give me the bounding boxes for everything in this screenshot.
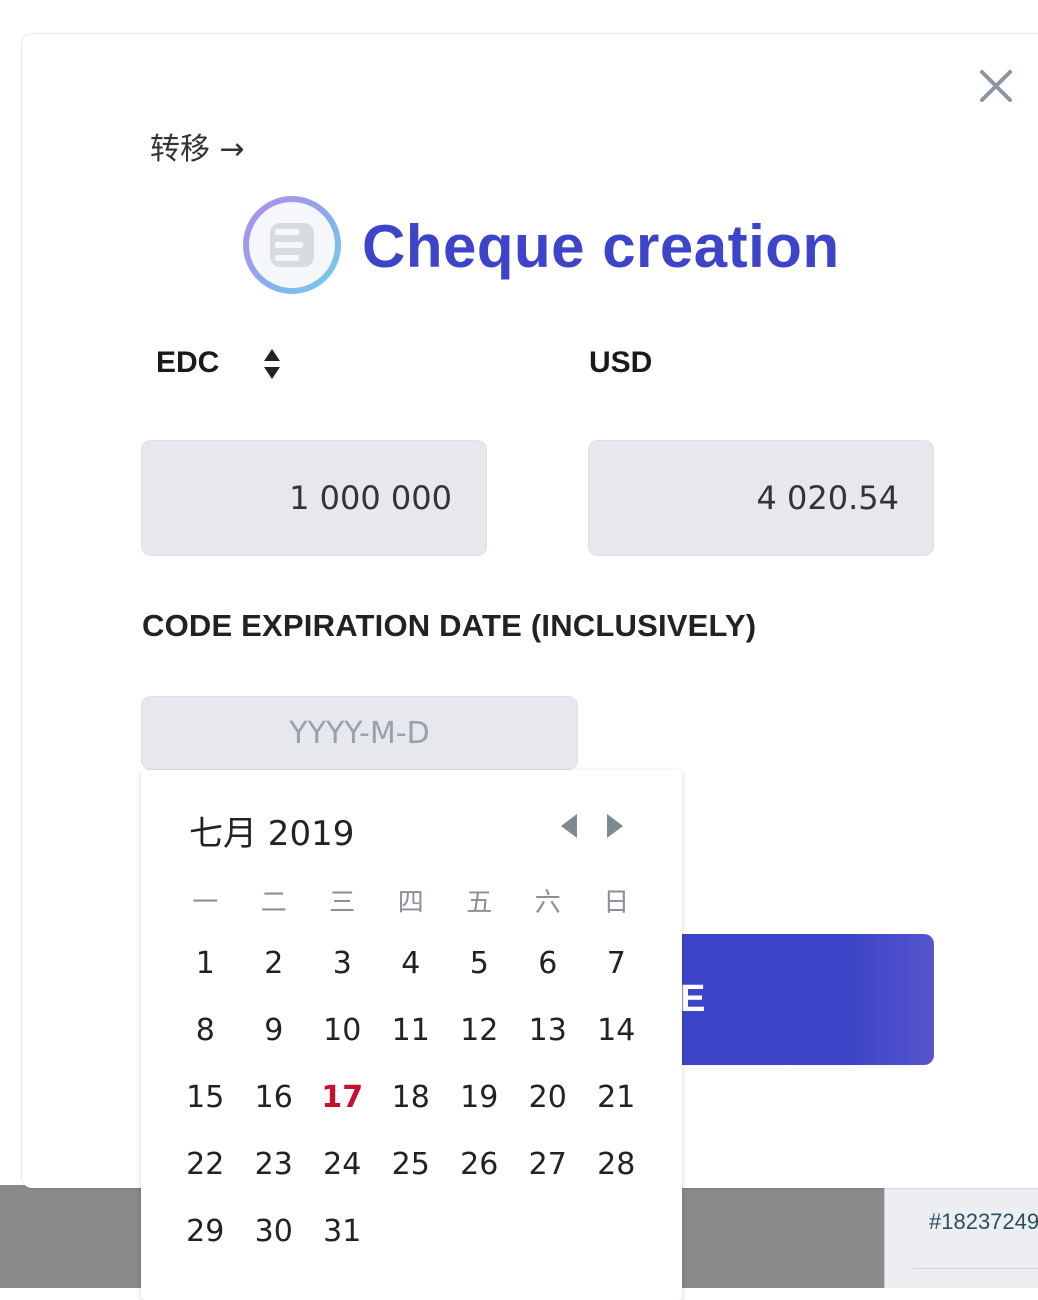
transfer-link[interactable]: 转移 → [150,124,245,168]
weekday-label: 一 [192,887,219,918]
amount-from-field [141,440,487,556]
date-picker: 七月 2019 一 二 三 四 五 六 日 1 2 3 4 5 6 7 8 9 … [141,770,682,1300]
calendar-day[interactable]: 29 [171,1214,240,1249]
calendar-day[interactable]: 1 [171,946,240,981]
calendar-day[interactable]: 4 [377,946,446,981]
weekday-label: 二 [260,887,287,918]
calendar-day[interactable]: 16 [240,1080,309,1115]
calendar-day-today[interactable]: 17 [308,1080,377,1115]
chevron-right-icon[interactable] [603,812,627,840]
chevron-left-icon[interactable] [557,812,581,840]
calendar-day[interactable]: 2 [240,946,309,981]
calendar-day[interactable]: 12 [445,1013,514,1048]
calendar-day[interactable]: 31 [308,1214,377,1249]
calendar-day[interactable]: 20 [514,1080,583,1115]
expiration-date-input[interactable] [142,697,577,769]
calendar-day[interactable]: 21 [582,1080,651,1115]
calendar-week: 1 2 3 4 5 6 7 [171,930,651,997]
calendar-week: 29 30 31 [171,1198,651,1265]
calendar-day[interactable]: 19 [445,1080,514,1115]
calendar-day[interactable]: 14 [582,1013,651,1048]
edc-logo-icon [242,195,342,295]
amount-to-field [588,440,934,556]
weekday-label: 五 [466,887,493,918]
calendar-day[interactable]: 5 [445,946,514,981]
calendar-week: 22 23 24 25 26 27 28 [171,1131,651,1198]
calendar-day[interactable]: 10 [308,1013,377,1048]
calendar-day[interactable]: 23 [240,1147,309,1182]
calendar-month-label: 七月 2019 [189,814,355,854]
expiration-label: CODE EXPIRATION DATE (INCLUSIVELY) [142,608,757,643]
calendar-week: 15 16 17 18 19 20 21 [171,1064,651,1131]
calendar-day[interactable]: 13 [514,1013,583,1048]
background-table-cell: #18237249 [884,1185,1038,1288]
close-icon[interactable] [974,64,1018,108]
currency-to-label: USD [589,346,653,379]
calendar-day[interactable]: 27 [514,1147,583,1182]
calendar-day[interactable]: 6 [514,946,583,981]
calendar-day[interactable]: 22 [171,1147,240,1182]
calendar-day[interactable]: 15 [171,1080,240,1115]
calendar-day[interactable]: 3 [308,946,377,981]
calendar-day[interactable]: 7 [582,946,651,981]
amount-to-input[interactable] [589,441,933,555]
weekday-header: 一 二 三 四 五 六 日 [171,870,651,930]
calendar-day[interactable]: 11 [377,1013,446,1048]
calendar-day[interactable]: 28 [582,1147,651,1182]
expiration-date-field [141,696,578,770]
calendar-day[interactable]: 9 [240,1013,309,1048]
divider [913,1268,1038,1269]
weekday-label: 日 [603,887,630,918]
weekday-label: 三 [329,887,356,918]
currency-from-label: EDC [156,346,220,379]
calendar-week: 8 9 10 11 12 13 14 [171,997,651,1064]
create-cheque-button[interactable]: E [640,934,934,1065]
page-title: Cheque creation [362,213,840,280]
calendar-day[interactable]: 8 [171,1013,240,1048]
amount-from-input[interactable] [142,441,486,555]
weekday-label: 四 [397,887,424,918]
background-id-text: #18237249 [929,1209,1038,1234]
calendar-day[interactable]: 18 [377,1080,446,1115]
sort-icon[interactable] [262,346,282,382]
calendar-day[interactable]: 24 [308,1147,377,1182]
weekday-label: 六 [534,887,561,918]
calendar-grid: 一 二 三 四 五 六 日 1 2 3 4 5 6 7 8 9 10 11 12… [171,870,651,1265]
calendar-day[interactable]: 30 [240,1214,309,1249]
calendar-day[interactable]: 26 [445,1147,514,1182]
calendar-day[interactable]: 25 [377,1147,446,1182]
